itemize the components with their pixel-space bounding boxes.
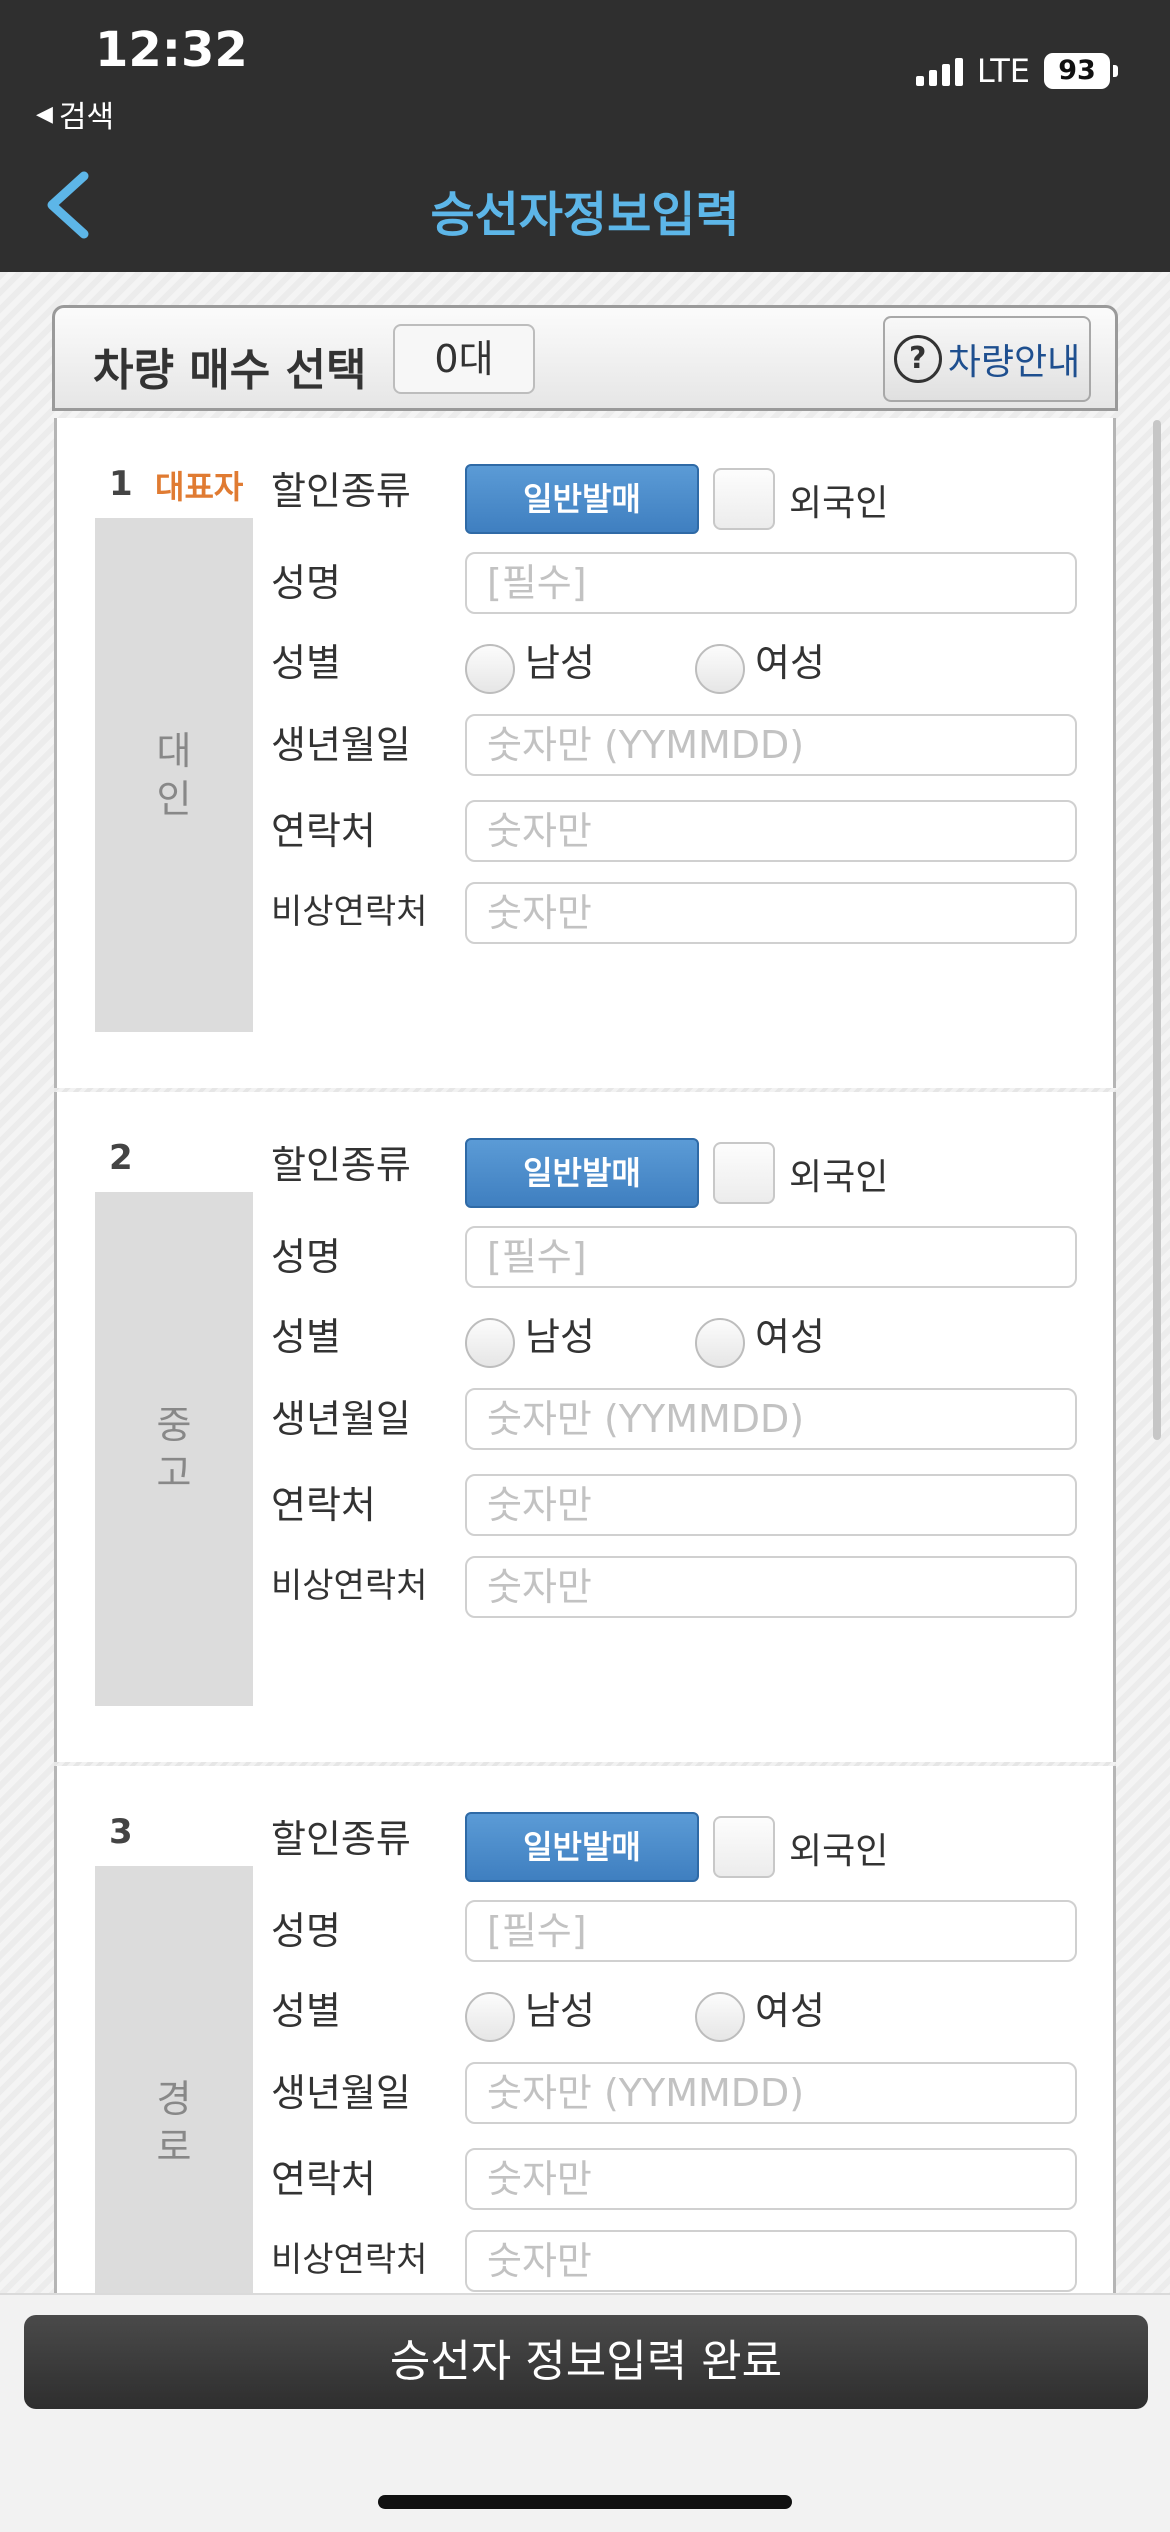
emergency-input[interactable]: 숫자만 [465, 1556, 1077, 1618]
female-label: 여성 [755, 641, 825, 685]
male-radio[interactable] [465, 1992, 515, 2042]
passenger-type: 경로 [156, 2077, 192, 2169]
status-time: 12:32 [95, 22, 248, 78]
back-search-label: 검색 [58, 100, 115, 135]
back-triangle-icon: ◀ [36, 101, 53, 127]
foreigner-label: 외국인 [789, 1831, 889, 1872]
vehicle-count-bar: 차량 매수 선택 0대 ? 차량안내 [52, 305, 1118, 411]
contact-input[interactable]: 숫자만 [465, 2148, 1077, 2210]
passenger-number: 1 [109, 464, 133, 504]
bottom-bar: 승선자 정보입력 완료 [0, 2293, 1170, 2532]
passenger-card: 1 대표자 대인 할인종류 일반발매 외국인 성명 [필수] 성별 남성 여성 … [54, 418, 1116, 1088]
birth-input[interactable]: 숫자만 (YYMMDD) [465, 714, 1077, 776]
male-label: 남성 [525, 1989, 595, 2033]
female-radio[interactable] [695, 1992, 745, 2042]
passenger-type-column: 대인 [95, 518, 253, 1032]
female-radio[interactable] [695, 1318, 745, 1368]
emergency-label: 비상연락처 [271, 892, 428, 932]
name-label: 성명 [271, 561, 341, 605]
gender-label: 성별 [271, 1989, 341, 2033]
status-indicators: LTE 93 [915, 52, 1118, 90]
discount-type-label: 할인종류 [271, 469, 411, 513]
foreigner-label: 외국인 [789, 1157, 889, 1198]
foreigner-checkbox[interactable] [713, 1142, 775, 1204]
passenger-card: 2 중고 할인종류 일반발매 외국인 성명 [필수] 성별 남성 여성 생년월일… [54, 1092, 1116, 1762]
male-label: 남성 [525, 1315, 595, 1359]
discount-type-button[interactable]: 일반발매 [465, 464, 699, 534]
emergency-input[interactable]: 숫자만 [465, 882, 1077, 944]
birth-label: 생년월일 [271, 723, 411, 767]
submit-button[interactable]: 승선자 정보입력 완료 [24, 2315, 1148, 2409]
contact-label: 연락처 [271, 2157, 376, 2201]
vehicle-guide-label: 차량안내 [947, 342, 1081, 383]
birth-input[interactable]: 숫자만 (YYMMDD) [465, 1388, 1077, 1450]
name-input[interactable]: [필수] [465, 552, 1077, 614]
top-bar: 12:32 ◀ 검색 LTE 93 승선자정보입력 [0, 0, 1170, 272]
passenger-type: 대인 [156, 729, 192, 821]
birth-label: 생년월일 [271, 2071, 411, 2115]
gender-label: 성별 [271, 641, 341, 685]
female-label: 여성 [755, 1989, 825, 2033]
discount-type-button[interactable]: 일반발매 [465, 1812, 699, 1882]
passenger-type-column: 중고 [95, 1192, 253, 1706]
signal-icon [915, 56, 963, 86]
birth-input[interactable]: 숫자만 (YYMMDD) [465, 2062, 1077, 2124]
contact-input[interactable]: 숫자만 [465, 800, 1077, 862]
network-label: LTE [976, 52, 1030, 90]
passenger-number: 3 [109, 1812, 133, 1852]
representative-badge: 대표자 [155, 468, 244, 506]
emergency-input[interactable]: 숫자만 [465, 2230, 1077, 2292]
contact-label: 연락처 [271, 809, 376, 853]
name-label: 성명 [271, 1909, 341, 1953]
male-radio[interactable] [465, 1318, 515, 1368]
name-input[interactable]: [필수] [465, 1226, 1077, 1288]
contact-input[interactable]: 숫자만 [465, 1474, 1077, 1536]
name-input[interactable]: [필수] [465, 1900, 1077, 1962]
emergency-label: 비상연락처 [271, 2240, 428, 2280]
help-icon: ? [893, 335, 942, 383]
vehicle-count-label: 차량 매수 선택 [93, 345, 367, 396]
passenger-type: 중고 [156, 1403, 192, 1495]
foreigner-checkbox[interactable] [713, 468, 775, 530]
birth-label: 생년월일 [271, 1397, 411, 1441]
vehicle-count-select[interactable]: 0대 [393, 324, 535, 394]
home-indicator[interactable] [378, 2495, 792, 2509]
discount-type-button[interactable]: 일반발매 [465, 1138, 699, 1208]
gender-label: 성별 [271, 1315, 341, 1359]
emergency-label: 비상연락처 [271, 1566, 428, 1606]
passenger-number: 2 [109, 1138, 133, 1178]
male-label: 남성 [525, 641, 595, 685]
female-label: 여성 [755, 1315, 825, 1359]
discount-type-label: 할인종류 [271, 1143, 411, 1187]
scrollbar[interactable] [1153, 420, 1161, 1440]
foreigner-label: 외국인 [789, 483, 889, 524]
battery-icon: 93 [1044, 53, 1118, 89]
contact-label: 연락처 [271, 1483, 376, 1527]
back-to-search[interactable]: ◀ 검색 [36, 92, 114, 136]
page-title: 승선자정보입력 [430, 187, 740, 243]
name-label: 성명 [271, 1235, 341, 1279]
vehicle-guide-button[interactable]: ? 차량안내 [883, 316, 1091, 402]
discount-type-label: 할인종류 [271, 1817, 411, 1861]
male-radio[interactable] [465, 644, 515, 694]
foreigner-checkbox[interactable] [713, 1816, 775, 1878]
female-radio[interactable] [695, 644, 745, 694]
